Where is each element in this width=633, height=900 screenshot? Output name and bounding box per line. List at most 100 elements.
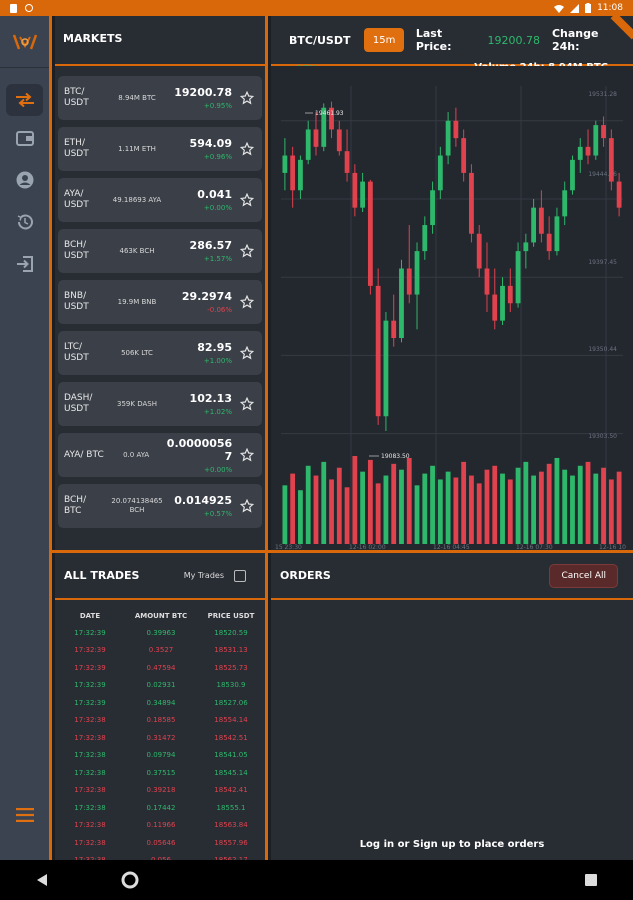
trade-price: 18563.84 bbox=[214, 821, 248, 830]
favorite-button[interactable] bbox=[238, 397, 256, 411]
timeframe-button[interactable]: 15m bbox=[364, 28, 404, 52]
market-price: 29.2974 bbox=[181, 290, 232, 303]
volume-bar bbox=[608, 479, 614, 544]
favorite-button[interactable] bbox=[238, 91, 256, 105]
markets-title: MARKETS bbox=[55, 16, 265, 66]
candle-body bbox=[406, 268, 412, 295]
trade-price: 18541.05 bbox=[214, 751, 248, 760]
market-row[interactable]: DASH/ USDT 359K DASH 102.13 +1.02% bbox=[58, 382, 262, 426]
market-volume: 20.074138465 BCH bbox=[111, 497, 163, 514]
volume-bar bbox=[492, 465, 498, 544]
candle-body bbox=[305, 129, 311, 160]
market-price: 102.13 bbox=[189, 392, 232, 405]
market-row[interactable]: AYA/ BTC 0.0 AYA 0.0000056 7 +0.00% bbox=[58, 433, 262, 477]
sidebar bbox=[0, 16, 52, 860]
market-pair: LTC/ USDT bbox=[64, 342, 89, 363]
nav-exchange[interactable] bbox=[6, 84, 43, 116]
volume-bar bbox=[313, 475, 319, 544]
trade-price: 18542.41 bbox=[214, 786, 248, 795]
star-icon bbox=[240, 448, 255, 462]
volume-bar bbox=[391, 463, 397, 544]
home-icon[interactable] bbox=[121, 871, 139, 889]
trade-amount: 0.05646 bbox=[146, 838, 176, 847]
trade-price: 18545.14 bbox=[214, 768, 248, 777]
candle-body bbox=[531, 207, 537, 243]
market-row[interactable]: BCH/ USDT 463K BCH 286.57 +1.57% bbox=[58, 229, 262, 273]
market-change: +1.00% bbox=[203, 357, 232, 365]
favorite-button[interactable] bbox=[238, 244, 256, 258]
menu-button[interactable] bbox=[0, 808, 49, 822]
trade-amount: 0.11966 bbox=[146, 821, 176, 830]
app-logo bbox=[0, 16, 49, 68]
star-icon bbox=[240, 295, 254, 309]
last-price-value: 19200.78 bbox=[487, 33, 540, 47]
orders-panel: ORDERS Cancel All Log in or Sign up to p… bbox=[271, 553, 633, 860]
candle-body bbox=[562, 190, 568, 217]
volume-bar bbox=[577, 465, 583, 544]
trade-date: 17:32:38 bbox=[74, 716, 106, 725]
back-icon[interactable] bbox=[36, 874, 48, 886]
candle-body bbox=[298, 159, 303, 191]
trade-row: 17:32:38 0.37515 18545.14 bbox=[55, 764, 265, 782]
star-icon bbox=[240, 397, 254, 411]
volume-bar bbox=[352, 456, 358, 544]
favorite-button[interactable] bbox=[238, 499, 256, 513]
trade-price: 18554.14 bbox=[214, 716, 248, 725]
nav-history[interactable] bbox=[0, 202, 49, 242]
candle-body bbox=[399, 268, 404, 339]
candle-body bbox=[383, 320, 389, 417]
trade-date: 17:32:39 bbox=[74, 681, 106, 690]
recents-icon[interactable] bbox=[585, 874, 597, 886]
market-row[interactable]: ETH/ USDT 1.11M ETH 594.09 +0.96% bbox=[58, 127, 262, 171]
trade-date: 17:32:38 bbox=[74, 768, 106, 777]
market-volume: 0.0 AYA bbox=[123, 450, 150, 459]
market-row[interactable]: LTC/ USDT 506K LTC 82.95 +1.00% bbox=[58, 331, 262, 375]
favorite-button[interactable] bbox=[238, 448, 256, 462]
volume-bar bbox=[329, 479, 334, 544]
market-row[interactable]: BCH/ BTC 20.074138465 BCH 0.014925 +0.57… bbox=[58, 484, 262, 528]
candle-body bbox=[515, 251, 521, 304]
market-volume: 506K LTC bbox=[121, 348, 153, 357]
chart-pair: BTC/USDT bbox=[289, 33, 351, 47]
favorite-button[interactable] bbox=[238, 142, 256, 156]
price-tick-label: 19350.44 bbox=[588, 346, 617, 353]
cancel-all-button[interactable]: Cancel All bbox=[549, 563, 618, 588]
volume-bar bbox=[523, 461, 529, 544]
volume-bar bbox=[321, 461, 327, 544]
clock: 11:08 bbox=[597, 3, 623, 13]
candle-body bbox=[344, 151, 350, 173]
nav-account[interactable] bbox=[0, 160, 49, 200]
price-tick-label: 19303.50 bbox=[588, 433, 617, 440]
market-volume: 49.18693 AYA bbox=[112, 195, 162, 204]
trade-row: 17:32:38 0.31472 18542.51 bbox=[55, 729, 265, 747]
candle-body bbox=[282, 155, 288, 173]
market-change: +1.57% bbox=[203, 255, 232, 263]
market-row[interactable]: BTC/ USDT 8.94M BTC 19200.78 +0.95% bbox=[58, 76, 262, 120]
login-prompt[interactable]: Log in or Sign up to place orders bbox=[271, 839, 633, 850]
wifi-icon bbox=[554, 4, 565, 13]
market-row[interactable]: AYA/ USDT 49.18693 AYA 0.041 +0.00% bbox=[58, 178, 262, 222]
candlestick-chart[interactable]: 19531.2819444.7619397.4519350.4419303.50… bbox=[271, 66, 633, 550]
high-marker-label: 19461.93 bbox=[315, 110, 344, 117]
status-bar: 11:08 bbox=[0, 0, 633, 16]
trade-row: 17:32:39 0.47594 18525.73 bbox=[55, 659, 265, 677]
volume-bar bbox=[585, 461, 591, 544]
my-trades-checkbox[interactable] bbox=[234, 569, 246, 582]
market-volume: 463K BCH bbox=[119, 246, 155, 255]
market-pair: ETH/ USDT bbox=[64, 138, 89, 159]
candle-body bbox=[585, 146, 591, 156]
volume-bar bbox=[290, 473, 296, 544]
nav-login[interactable] bbox=[0, 244, 49, 284]
favorite-button[interactable] bbox=[238, 193, 256, 207]
market-row[interactable]: BNB/ USDT 19.9M BNB 29.2974 -0.06% bbox=[58, 280, 262, 324]
nav-wallet[interactable] bbox=[0, 118, 49, 158]
trade-amount: 0.18585 bbox=[146, 716, 176, 725]
candle-body bbox=[375, 285, 381, 417]
last-price-label: Last Price: bbox=[415, 27, 452, 53]
trade-row: 17:32:39 0.34894 18527.06 bbox=[55, 694, 265, 712]
volume-bar bbox=[507, 479, 513, 544]
exchange-icon bbox=[15, 93, 34, 107]
favorite-button[interactable] bbox=[238, 346, 256, 360]
favorite-button[interactable] bbox=[238, 295, 256, 309]
volume-bar bbox=[344, 487, 350, 544]
